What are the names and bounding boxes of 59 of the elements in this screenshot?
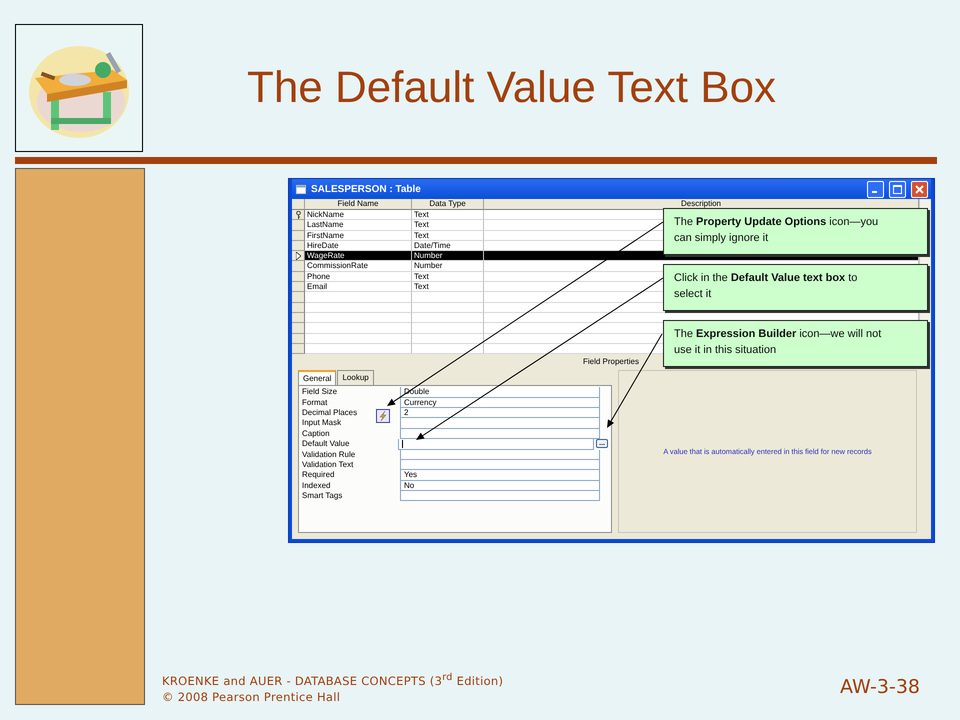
- text-cursor: [402, 440, 404, 448]
- property-field[interactable]: [400, 491, 600, 502]
- maximize-icon[interactable]: [889, 180, 906, 198]
- row-pointer-icon: [296, 252, 300, 260]
- property-field[interactable]: [398, 439, 594, 450]
- property-label: Validation Rule: [302, 450, 356, 460]
- field-name-cell: NickName: [305, 210, 412, 220]
- field-name-cell: WageRate: [305, 251, 412, 262]
- callout-tooltip: The Property Update Options icon—you can simply ignore it: [663, 208, 928, 255]
- field-name-cell: FirstName: [305, 230, 412, 241]
- data-type-cell: Number: [412, 261, 484, 272]
- column-header: Data Type: [412, 199, 484, 210]
- property-field[interactable]: Currency: [400, 398, 600, 408]
- data-type-cell: Text: [412, 272, 484, 282]
- slide-title: The Default Value Text Box: [246, 63, 778, 113]
- header-corner: [292, 199, 305, 210]
- property-label: Field Size: [302, 387, 338, 398]
- field-name-cell: Email: [305, 282, 412, 292]
- property-label: Decimal Places: [302, 408, 358, 418]
- footer-text: KROENKE and AUER - DATABASE CONCEPTS (3$^{rd}$ Edition): [162, 671, 504, 689]
- lightning-icon[interactable]: [376, 409, 390, 424]
- data-type-cell: Text: [412, 282, 484, 292]
- property-field[interactable]: No: [400, 480, 600, 492]
- property-field[interactable]: [400, 418, 600, 429]
- minimize-icon[interactable]: [867, 180, 884, 198]
- data-type-cell: Number: [412, 251, 484, 262]
- table-icon: [296, 184, 306, 194]
- tab[interactable]: Lookup: [337, 370, 374, 386]
- property-label: Validation Text: [302, 460, 354, 470]
- row-selector[interactable]: [292, 251, 305, 262]
- tab[interactable]: General: [298, 370, 336, 386]
- property-field[interactable]: [400, 460, 600, 470]
- property-field[interactable]: Yes: [400, 470, 600, 481]
- property-label: Input Mask: [302, 418, 342, 429]
- field-properties-label: Field Properties: [582, 357, 639, 366]
- slide-number: AW-3-38: [840, 676, 920, 698]
- column-header: Field Name: [305, 199, 412, 210]
- property-field[interactable]: [400, 450, 600, 460]
- callout-tooltip: Click in the Default Value text box to select it: [663, 264, 928, 311]
- property-label: Smart Tags: [302, 491, 344, 502]
- property-label: Caption: [302, 428, 331, 440]
- key-icon: [296, 210, 300, 219]
- data-type-cell: Text: [412, 220, 484, 231]
- field-name-cell: LastName: [305, 220, 412, 231]
- footer-text: © 2008 Pearson Prentice Hall: [162, 688, 342, 705]
- close-icon[interactable]: [911, 180, 928, 198]
- callout-tooltip: The Expression Builder icon—we will not use it in this situation: [663, 320, 928, 367]
- data-type-cell: Text: [412, 210, 484, 220]
- property-label: Indexed: [302, 480, 332, 492]
- row-selector[interactable]: [292, 210, 305, 220]
- property-label: Default Value: [302, 439, 350, 450]
- field-name-cell: HireDate: [305, 240, 412, 252]
- window-title: SALESPERSON : Table: [311, 184, 422, 194]
- data-type-cell: Date/Time: [412, 240, 484, 252]
- property-label: Format: [302, 398, 328, 408]
- data-type-cell: Text: [412, 230, 484, 241]
- field-name-cell: CommissionRate: [305, 261, 412, 272]
- field-name-cell: Phone: [305, 272, 412, 282]
- property-label: Required: [302, 470, 336, 481]
